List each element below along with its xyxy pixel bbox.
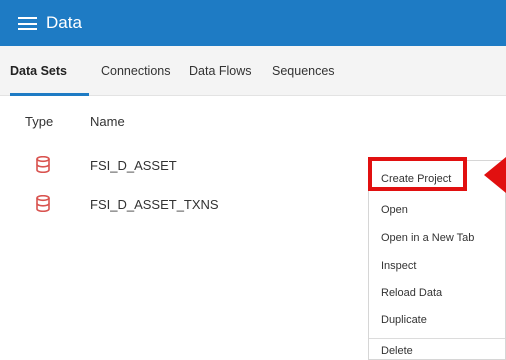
- page-title: Data: [46, 13, 82, 32]
- tab-connections[interactable]: Connections: [101, 64, 171, 78]
- menu-item-delete[interactable]: Delete: [381, 345, 413, 357]
- dataset-name[interactable]: FSI_D_ASSET: [90, 158, 177, 173]
- database-icon: [36, 195, 50, 212]
- tab-bar: Data Sets Connections Data Flows Sequenc…: [0, 46, 506, 96]
- menu-item-inspect[interactable]: Inspect: [381, 260, 416, 272]
- column-header-type: Type: [25, 114, 54, 129]
- tab-sequences[interactable]: Sequences: [272, 64, 335, 78]
- app-header: Data: [0, 0, 506, 46]
- dataset-name[interactable]: FSI_D_ASSET_TXNS: [90, 197, 219, 212]
- tab-data-sets[interactable]: Data Sets: [10, 64, 67, 78]
- menu-divider: [369, 338, 505, 339]
- menu-item-reload-data[interactable]: Reload Data: [381, 287, 442, 299]
- callout-highlight-box: [368, 157, 467, 191]
- hamburger-menu-icon[interactable]: [18, 17, 37, 30]
- callout-arrow-icon: [484, 157, 506, 193]
- menu-item-open[interactable]: Open: [381, 204, 408, 216]
- menu-item-duplicate[interactable]: Duplicate: [381, 314, 427, 326]
- column-header-name: Name: [90, 114, 125, 129]
- database-icon: [36, 156, 50, 173]
- menu-item-open-new-tab[interactable]: Open in a New Tab: [381, 232, 474, 244]
- active-tab-indicator: [10, 93, 89, 96]
- tab-data-flows[interactable]: Data Flows: [189, 64, 252, 78]
